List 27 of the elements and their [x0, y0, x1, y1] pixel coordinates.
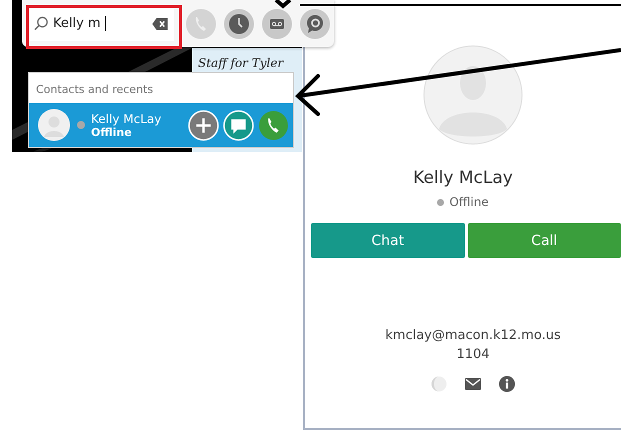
call-button[interactable]: Call: [468, 223, 621, 258]
note-text: Staff for Tyler: [197, 55, 285, 70]
clear-icon[interactable]: [152, 18, 168, 30]
clock-icon[interactable]: [224, 8, 254, 38]
chat-icon[interactable]: [223, 110, 254, 140]
contact-status: Offline: [91, 126, 133, 138]
mail-icon[interactable]: [465, 376, 481, 392]
add-icon[interactable]: [188, 110, 219, 140]
search-text: Kelly m: [53, 16, 101, 31]
avatar-icon: [423, 45, 523, 145]
phone-icon[interactable]: [258, 110, 289, 140]
contact-name: Kelly McLay: [413, 168, 513, 188]
search-field[interactable]: Kelly m: [28, 6, 174, 40]
contact-row[interactable]: Kelly McLay Offline: [29, 103, 293, 147]
chat-button[interactable]: Chat: [311, 223, 464, 258]
info-icon[interactable]: [499, 376, 515, 392]
status-dot: [437, 198, 444, 206]
status-dot: [77, 121, 85, 129]
avatar-icon: [38, 109, 70, 141]
voicemail-icon[interactable]: [262, 8, 292, 38]
contact-name: Kelly McLay: [91, 112, 162, 126]
extension-text: 1104: [456, 347, 490, 362]
contact-status: Offline: [449, 195, 489, 209]
chat-icon[interactable]: [300, 8, 330, 38]
section-header: Contacts and recents: [35, 82, 154, 98]
email-text: kmclay@macon.k12.mo.us: [385, 328, 561, 343]
search-icon: [34, 16, 49, 31]
